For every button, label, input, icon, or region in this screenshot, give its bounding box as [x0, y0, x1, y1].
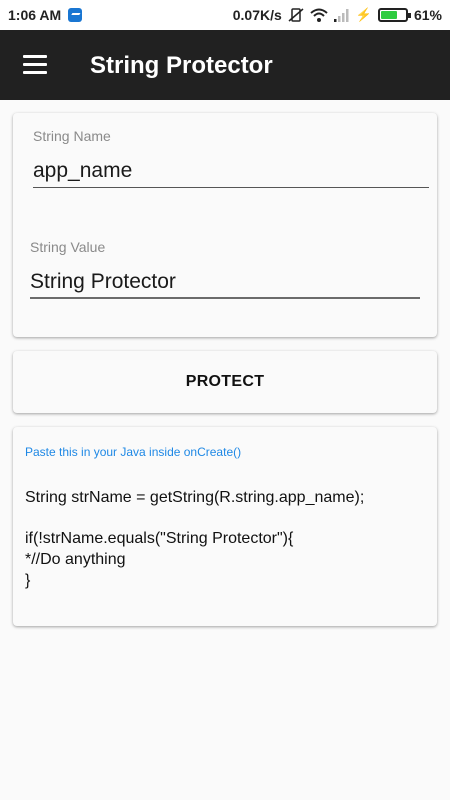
rotation-lock-icon [288, 8, 304, 22]
string-name-underline [33, 187, 429, 188]
charging-icon: ⚡ [355, 7, 372, 22]
status-bar: 1:06 AM 0.07K/s ⚡ 61% [0, 0, 450, 30]
string-value-underline [30, 297, 420, 299]
signal-icon [333, 8, 349, 22]
code-line: if(!strName.equals("String Protector"){ [25, 530, 294, 547]
input-card: String Name String Value [13, 113, 437, 337]
string-value-label: String Value [30, 239, 106, 255]
code-line: } [25, 572, 31, 589]
code-line: String strName = getString(R.string.app_… [25, 489, 365, 506]
string-name-label: String Name [33, 128, 111, 144]
battery-percent: 61% [413, 7, 442, 23]
app-title: String Protector [90, 52, 273, 79]
protect-button[interactable]: PROTECT [13, 351, 437, 413]
hamburger-menu-icon[interactable] [23, 55, 47, 74]
status-time: 1:06 AM [8, 7, 62, 23]
code-line: *//Do anything [25, 551, 126, 568]
protect-button-label: PROTECT [185, 373, 265, 390]
battery-fill [380, 11, 397, 19]
messenger-icon [68, 8, 82, 22]
string-name-input[interactable] [33, 157, 429, 185]
network-speed: 0.07K/s [232, 7, 282, 23]
string-value-input[interactable] [30, 268, 420, 296]
battery-icon [377, 8, 411, 22]
wifi-icon [310, 8, 328, 22]
output-hint: Paste this in your Java inside onCreate(… [25, 445, 242, 459]
status-right-group: 0.07K/s ⚡ 61% [233, 7, 442, 23]
app-bar: String Protector [0, 30, 450, 100]
output-card: Paste this in your Java inside onCreate(… [13, 427, 437, 626]
